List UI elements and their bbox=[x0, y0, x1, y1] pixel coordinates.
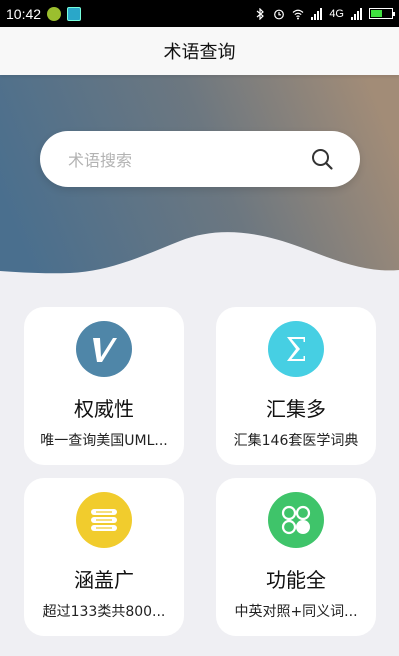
feature-card-authority[interactable]: 权威性 唯一查询美国UML... bbox=[24, 307, 184, 465]
search-icon[interactable] bbox=[310, 147, 334, 171]
v-logo-icon bbox=[76, 321, 132, 377]
feature-title: 权威性 bbox=[74, 397, 134, 421]
signal-icon bbox=[311, 7, 323, 20]
feature-title: 汇集多 bbox=[266, 397, 326, 421]
feature-card-collection[interactable]: 汇集多 汇集146套医学词典 bbox=[216, 307, 376, 465]
wifi-icon bbox=[292, 9, 304, 19]
signal-icon-2 bbox=[351, 7, 362, 20]
feature-card-functions[interactable]: 功能全 中英对照+同义词... bbox=[216, 478, 376, 636]
battery-icon bbox=[369, 8, 395, 19]
bluetooth-icon bbox=[256, 7, 265, 20]
feature-title: 涵盖广 bbox=[74, 568, 134, 592]
feature-desc: 唯一查询美国UML... bbox=[40, 433, 168, 449]
page-title: 术语查询 bbox=[163, 42, 236, 63]
sigma-icon bbox=[268, 321, 324, 377]
app-notification-icon-2 bbox=[67, 6, 82, 21]
feature-desc: 中英对照+同义词... bbox=[234, 604, 358, 620]
four-dots-icon bbox=[268, 492, 324, 548]
app-notification-icon bbox=[47, 6, 62, 21]
status-time: 10:42 bbox=[6, 5, 42, 22]
search-input[interactable]: 术语搜索 bbox=[40, 131, 360, 187]
feature-title: 功能全 bbox=[266, 568, 326, 592]
search-placeholder: 术语搜索 bbox=[68, 151, 133, 170]
network-type: 4G bbox=[329, 7, 344, 20]
app-bar: 术语查询 bbox=[0, 27, 399, 75]
feature-card-coverage[interactable]: 涵盖广 超过133类共800... bbox=[24, 478, 184, 636]
alarm-icon bbox=[274, 9, 285, 19]
status-bar: 10:42 4G bbox=[0, 0, 399, 27]
stack-icon bbox=[76, 492, 132, 548]
feature-desc: 汇集146套医学词典 bbox=[233, 433, 359, 449]
feature-desc: 超过133类共800... bbox=[42, 604, 166, 620]
